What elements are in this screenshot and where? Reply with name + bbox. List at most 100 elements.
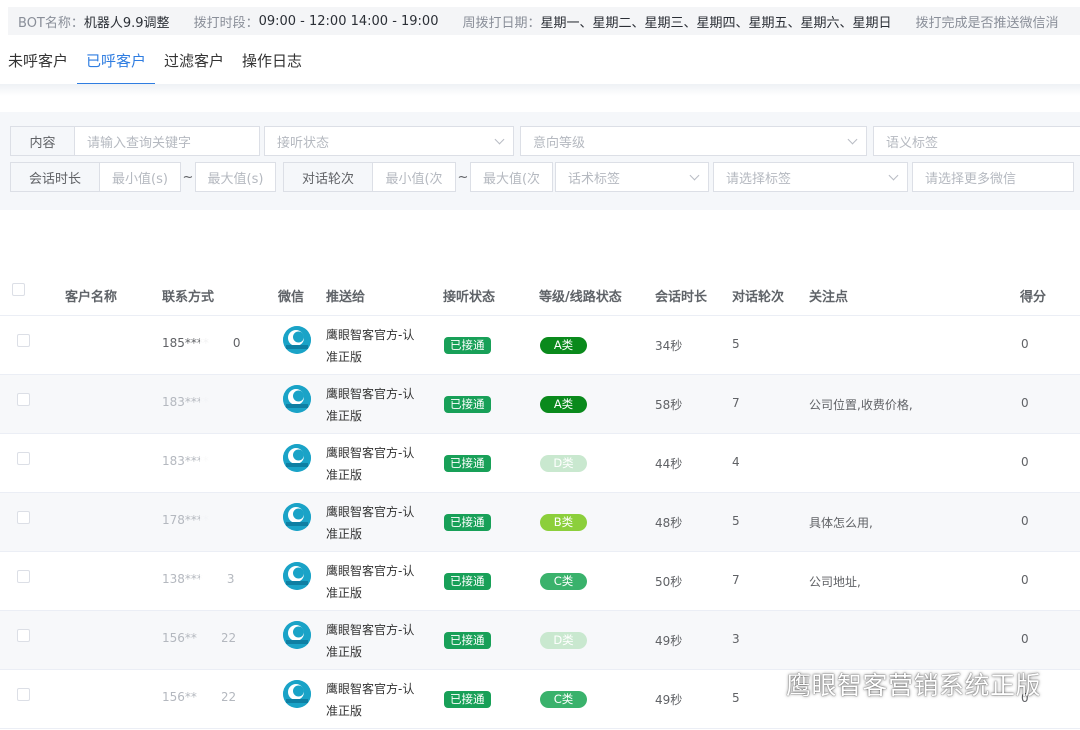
dialog-rounds: 4 xyxy=(732,455,740,469)
watermark: 鹰眼智客营销系统正版 xyxy=(740,664,1041,704)
chevron-down-icon xyxy=(847,134,858,145)
row-checkbox[interactable] xyxy=(17,629,30,642)
intent-level-placeholder: 意向等级 xyxy=(533,135,586,151)
customer-tabs: 未呼客户 已呼客户 过滤客户 操作日志 xyxy=(0,44,1080,86)
phone-mask xyxy=(200,620,222,660)
filter-panel: 内容 请输入查询关键字 接听状态 意向等级 语义标签 会话时长 最小值(s) ~… xyxy=(0,112,1080,210)
phone-mask xyxy=(200,384,222,424)
answer-status-badge: 已接通 xyxy=(444,691,491,708)
table-row[interactable]: 185**** 0 鹰眼智客官方-认 准正版 已接通 A类 34秒 5 0 xyxy=(0,316,1080,375)
phone-mask xyxy=(200,443,222,483)
table-row[interactable]: 183**** 鹰眼智客官方-认 准正版 已接通 D类 44秒 4 0 xyxy=(0,434,1080,493)
watermark-text: 鹰眼智客营销系统正版 xyxy=(786,671,1042,700)
duration-filter-label: 会话时长 xyxy=(10,162,100,192)
header-score: 得分 xyxy=(1020,290,1047,305)
tab-called-customers[interactable]: 已呼客户 xyxy=(77,44,156,86)
wechat-avatar-icon[interactable] xyxy=(283,680,311,708)
push-wechat-label: 拨打完成是否推送微信消 xyxy=(915,15,1059,31)
duration-max-input[interactable]: 最大值(s) xyxy=(195,162,276,192)
wechat-select[interactable]: 请选择更多微信 xyxy=(912,162,1074,192)
row-checkbox[interactable] xyxy=(17,688,30,701)
grade-badge: C类 xyxy=(540,691,587,708)
table-row[interactable]: 183**** 鹰眼智客官方-认 准正版 已接通 A类 58秒 7 公司位置,收费… xyxy=(0,375,1080,434)
focus-points: 公司位置,收费价格, xyxy=(809,398,913,412)
header-contact: 联系方式 xyxy=(162,290,215,305)
wechat-official-account-icon xyxy=(742,672,776,696)
wechat-avatar-icon[interactable] xyxy=(283,326,311,354)
header-customer-name: 客户名称 xyxy=(65,290,118,305)
dialog-rounds: 3 xyxy=(732,632,740,646)
grade-badge: D类 xyxy=(540,632,587,649)
tag-placeholder: 请选择标签 xyxy=(726,171,792,187)
call-time-value: 09:00 - 12:00 14:00 - 19:00 xyxy=(258,13,439,29)
call-duration: 49秒 xyxy=(655,634,683,648)
table-header: 客户名称 联系方式 微信 推送给 接听状态 等级/线路状态 会话时长 对话轮次 … xyxy=(0,272,1080,316)
table-row[interactable]: 138*** 3 鹰眼智客官方-认 准正版 已接通 C类 50秒 7 公司地址, 0 xyxy=(0,552,1080,611)
rounds-min-input[interactable]: 最小值(次 xyxy=(373,162,456,192)
contact-phone: 183**** xyxy=(162,395,209,409)
dialog-rounds: 7 xyxy=(732,573,740,587)
row-checkbox[interactable] xyxy=(17,570,30,583)
answer-status-badge: 已接通 xyxy=(444,632,491,649)
push-target: 鹰眼智客官方-认 准正版 xyxy=(326,623,415,659)
call-duration: 50秒 xyxy=(655,575,683,589)
rounds-max-input[interactable]: 最大值(次 xyxy=(470,162,553,192)
tab-uncalled-customers[interactable]: 未呼客户 xyxy=(0,44,77,86)
wechat-avatar-icon[interactable] xyxy=(283,503,311,531)
grade-badge: A类 xyxy=(540,337,587,354)
push-target: 鹰眼智客官方-认 准正版 xyxy=(326,505,415,541)
contact-phone: 178**** xyxy=(162,513,209,527)
intent-level-select[interactable]: 意向等级 xyxy=(520,126,867,156)
score: 0 xyxy=(1021,573,1029,587)
wechat-avatar-icon[interactable] xyxy=(283,562,311,590)
answer-status-badge: 已接通 xyxy=(444,455,491,472)
row-checkbox[interactable] xyxy=(17,393,30,406)
row-checkbox[interactable] xyxy=(17,334,30,347)
tab-filtered-customers[interactable]: 过滤客户 xyxy=(155,44,233,86)
push-target: 鹰眼智客官方-认 准正版 xyxy=(326,564,415,600)
answer-status-badge: 已接通 xyxy=(444,396,491,413)
phone-mask xyxy=(200,679,222,719)
grade-badge: B类 xyxy=(540,514,587,531)
wechat-avatar-icon[interactable] xyxy=(283,621,311,649)
content-filter-label: 内容 xyxy=(10,126,75,156)
tag-select[interactable]: 请选择标签 xyxy=(713,162,908,192)
call-weekday-label: 周拨打日期： xyxy=(462,15,541,31)
row-checkbox[interactable] xyxy=(17,511,30,524)
dialog-rounds: 5 xyxy=(732,514,740,528)
score: 0 xyxy=(1021,455,1029,469)
wechat-avatar-icon[interactable] xyxy=(283,444,311,472)
phone-mask xyxy=(200,502,222,542)
table-row[interactable]: 156** 22 鹰眼智客官方-认 准正版 已接通 D类 49秒 3 0 xyxy=(0,611,1080,670)
header-answer-status: 接听状态 xyxy=(443,290,496,305)
call-duration: 44秒 xyxy=(655,457,683,471)
answer-status-select[interactable]: 接听状态 xyxy=(264,126,514,156)
range-separator: ~ xyxy=(457,169,469,185)
phone-mask xyxy=(200,561,222,601)
tab-operation-log[interactable]: 操作日志 xyxy=(233,44,311,86)
header-rounds: 对话轮次 xyxy=(732,290,785,305)
row-checkbox[interactable] xyxy=(17,452,30,465)
table-row[interactable]: 178**** 鹰眼智客官方-认 准正版 已接通 B类 48秒 5 具体怎么用, … xyxy=(0,493,1080,552)
header-wechat: 微信 xyxy=(278,290,305,305)
rounds-filter-label: 对话轮次 xyxy=(283,162,373,192)
select-all-checkbox[interactable] xyxy=(12,283,25,296)
grade-badge: D类 xyxy=(540,455,587,472)
focus-points: 具体怎么用, xyxy=(809,516,873,530)
wechat-avatar-icon[interactable] xyxy=(283,385,311,413)
duration-min-input[interactable]: 最小值(s) xyxy=(100,162,181,192)
bot-name-label: BOT名称： xyxy=(18,15,84,31)
call-duration: 48秒 xyxy=(655,516,683,530)
keyword-input[interactable]: 请输入查询关键字 xyxy=(75,126,260,156)
answer-status-placeholder: 接听状态 xyxy=(277,135,330,151)
bot-name-value: 机器人9.9调整 xyxy=(83,15,170,31)
grade-badge: C类 xyxy=(540,573,587,590)
script-tag-select[interactable]: 话术标签 xyxy=(555,162,709,192)
semantic-tag-select[interactable]: 语义标签 xyxy=(873,126,1080,156)
header-grade: 等级/线路状态 xyxy=(539,290,622,305)
header-duration: 会话时长 xyxy=(655,290,708,305)
score: 0 xyxy=(1021,514,1029,528)
answer-status-badge: 已接通 xyxy=(444,573,491,590)
chevron-down-icon xyxy=(689,170,700,181)
push-target: 鹰眼智客官方-认 准正版 xyxy=(326,328,415,364)
